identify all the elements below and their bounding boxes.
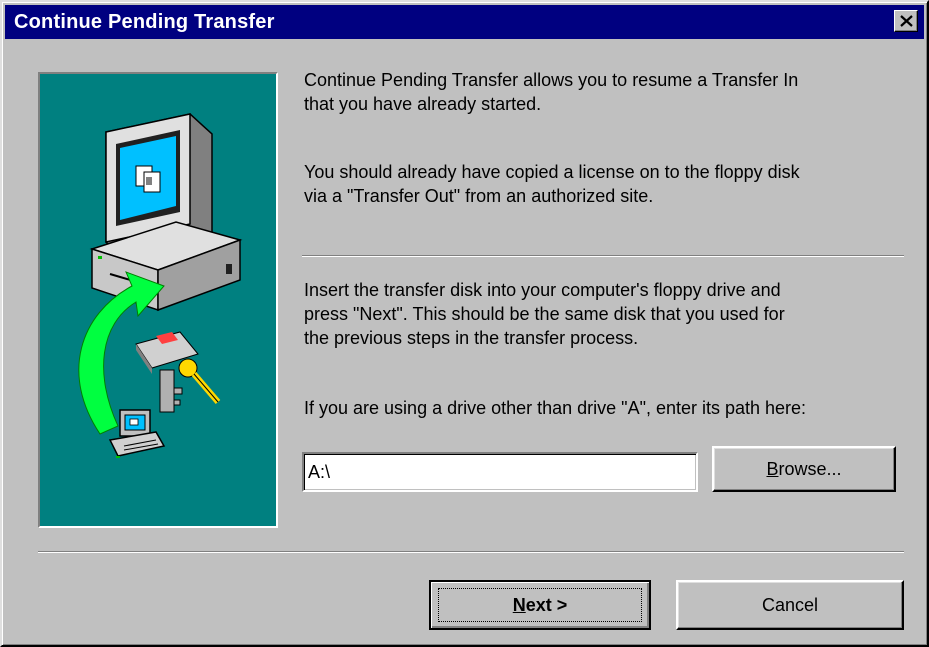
- license-text: You should already have copied a license…: [304, 160, 919, 208]
- close-button[interactable]: [894, 10, 918, 32]
- footer-divider: [38, 551, 904, 553]
- dialog-window: Continue Pending Transfer Continue Pendi…: [0, 0, 929, 647]
- floppy-keys-icon: [135, 331, 221, 413]
- small-computer-icon: [108, 409, 166, 458]
- cancel-button[interactable]: Cancel: [676, 580, 904, 630]
- close-icon: [900, 15, 913, 27]
- wizard-illustration: [38, 72, 278, 528]
- window-title: Continue Pending Transfer: [14, 11, 275, 33]
- cancel-label: Cancel: [761, 594, 819, 615]
- section-divider: [302, 255, 904, 257]
- insert-disk-text: Insert the transfer disk into your compu…: [304, 278, 919, 350]
- intro-line: that you have already started.: [304, 94, 542, 114]
- intro-text: Continue Pending Transfer allows you to …: [304, 68, 919, 116]
- path-prompt: If you are using a drive other than driv…: [304, 398, 807, 418]
- insert-line: the previous steps in the transfer proce…: [304, 328, 639, 348]
- insert-line: Insert the transfer disk into your compu…: [304, 280, 781, 300]
- intro-line: Continue Pending Transfer allows you to …: [304, 70, 799, 90]
- drive-path-input[interactable]: [302, 452, 698, 492]
- license-line: via a "Transfer Out" from an authorized …: [304, 186, 654, 206]
- focus-ring: [438, 588, 642, 622]
- browse-button[interactable]: Browse...: [712, 446, 896, 492]
- insert-line: press "Next". This should be the same di…: [304, 304, 785, 324]
- path-prompt-text: If you are using a drive other than driv…: [304, 396, 919, 420]
- next-button[interactable]: Next >: [429, 580, 651, 630]
- browse-label: Browse...: [766, 458, 842, 479]
- license-line: You should already have copied a license…: [304, 162, 800, 182]
- computer-monitor-icon: [89, 113, 243, 312]
- title-bar[interactable]: Continue Pending Transfer: [5, 5, 924, 39]
